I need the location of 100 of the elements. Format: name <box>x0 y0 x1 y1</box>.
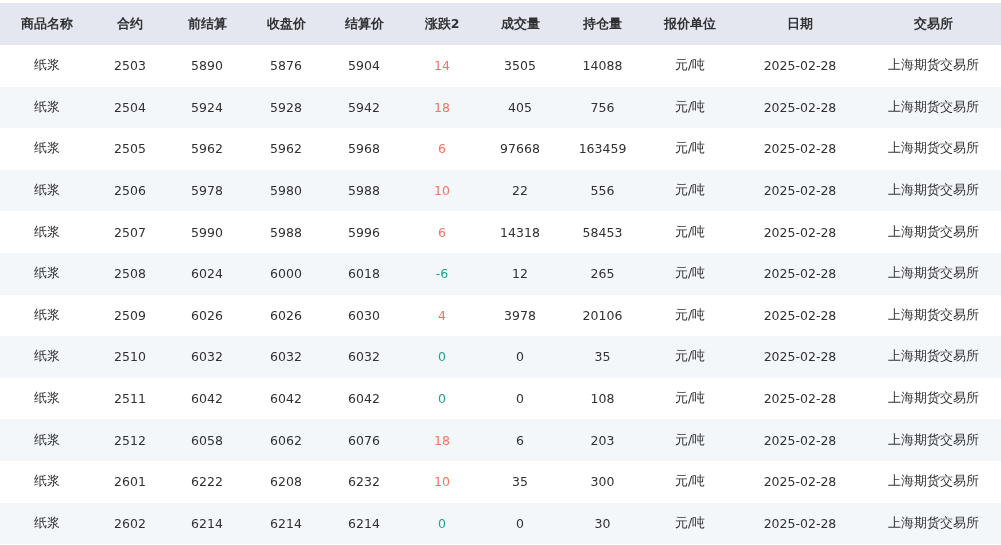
table-cell: 纸浆 <box>34 182 60 200</box>
table-cell: 265 <box>590 266 615 282</box>
table-cell: 元/吨 <box>674 98 706 116</box>
table-cell: 18 <box>434 99 450 115</box>
table-cell: 6058 <box>191 432 223 448</box>
table-cell: 2503 <box>114 58 146 74</box>
table-cell: 5928 <box>270 99 302 115</box>
table-cell: 上海期货交易所 <box>887 431 979 449</box>
column-header: 商品名称 <box>21 15 73 33</box>
table-cell: 元/吨 <box>674 514 706 532</box>
table-cell: 纸浆 <box>34 390 60 408</box>
table-cell: 上海期货交易所 <box>887 98 979 116</box>
table-cell: 6208 <box>270 474 302 490</box>
table-cell: 6214 <box>191 515 223 531</box>
table-cell: 756 <box>590 99 615 115</box>
table-cell: 35 <box>512 474 528 490</box>
table-cell: 上海期货交易所 <box>887 390 979 408</box>
table-cell: 2511 <box>114 391 146 407</box>
table-cell: 2025-02-28 <box>763 58 837 74</box>
table-cell: 5904 <box>348 58 380 74</box>
column-header: 持仓量 <box>583 15 622 33</box>
table-cell: 14318 <box>500 224 540 240</box>
table-cell: 纸浆 <box>34 98 60 116</box>
table-cell: 2025-02-28 <box>763 349 837 365</box>
table-cell: 6032 <box>191 349 223 365</box>
table-cell: 556 <box>590 183 615 199</box>
table-cell: 2025-02-28 <box>763 432 837 448</box>
table-cell: 元/吨 <box>674 57 706 75</box>
column-header: 前结算 <box>187 15 227 33</box>
column-header: 收盘价 <box>266 15 306 33</box>
table-cell: 6062 <box>270 432 302 448</box>
table-cell: 纸浆 <box>34 140 60 158</box>
table-cell: 0 <box>516 391 524 407</box>
table-cell: 纸浆 <box>34 431 60 449</box>
table-cell: 2512 <box>114 432 146 448</box>
table-cell: 纸浆 <box>34 265 60 283</box>
table-cell: 6076 <box>348 432 380 448</box>
table-cell: 6232 <box>348 474 380 490</box>
table-cell: 2601 <box>114 474 146 490</box>
table-cell: 4 <box>438 307 446 323</box>
table-cell: 14088 <box>582 58 623 74</box>
table-cell: 2504 <box>114 99 146 115</box>
table-cell: 元/吨 <box>674 473 706 491</box>
table-cell: 6042 <box>191 391 223 407</box>
table-cell: 35 <box>594 349 611 365</box>
table-cell: 元/吨 <box>674 140 706 158</box>
table-cell: 0 <box>438 349 446 365</box>
table-cell: 2025-02-28 <box>763 99 837 115</box>
table-cell: 5990 <box>191 224 223 240</box>
table-cell: 2510 <box>114 349 146 365</box>
column-header: 成交量 <box>500 15 540 33</box>
table-cell: 上海期货交易所 <box>887 140 979 158</box>
table-cell: 5962 <box>191 141 223 157</box>
table-cell: 上海期货交易所 <box>887 473 979 491</box>
column-header: 合约 <box>117 15 143 33</box>
table-cell: 97668 <box>500 141 540 157</box>
table-cell: 6026 <box>191 307 223 323</box>
table-cell: 6032 <box>270 349 302 365</box>
table-cell: 上海期货交易所 <box>887 514 979 532</box>
table-cell: 2025-02-28 <box>763 183 837 199</box>
table-cell: 30 <box>594 515 611 531</box>
table-cell: -6 <box>435 266 449 282</box>
table-cell: 3505 <box>504 58 536 74</box>
table-cell: 6042 <box>348 391 380 407</box>
table-cell: 6000 <box>270 266 302 282</box>
table-cell: 6026 <box>270 307 302 323</box>
table-cell: 6030 <box>348 307 380 323</box>
table-cell: 2025-02-28 <box>763 141 837 157</box>
table-cell: 2025-02-28 <box>763 224 837 240</box>
table-cell: 6024 <box>191 266 223 282</box>
table-cell: 2025-02-28 <box>763 391 837 407</box>
table-cell: 纸浆 <box>34 514 60 532</box>
table-cell: 2506 <box>114 183 146 199</box>
table-cell: 元/吨 <box>674 431 706 449</box>
column-header: 日期 <box>787 15 813 33</box>
table-cell: 纸浆 <box>34 306 60 324</box>
table-cell: 元/吨 <box>674 306 706 324</box>
table-cell: 6214 <box>270 515 302 531</box>
table-cell: 0 <box>516 515 524 531</box>
table-cell: 18 <box>434 432 450 448</box>
table-cell: 纸浆 <box>34 473 60 491</box>
table-cell: 405 <box>508 99 532 115</box>
table-cell: 2505 <box>114 141 146 157</box>
table-cell: 上海期货交易所 <box>887 57 979 75</box>
table-cell: 上海期货交易所 <box>887 182 979 200</box>
table-cell: 上海期货交易所 <box>887 306 979 324</box>
table-cell: 2025-02-28 <box>763 515 837 531</box>
table-cell: 203 <box>590 432 615 448</box>
table-cell: 108 <box>590 391 615 407</box>
table-cell: 纸浆 <box>34 223 60 241</box>
table-cell: 0 <box>438 515 446 531</box>
table-cell: 6 <box>438 224 446 240</box>
table-cell: 5996 <box>348 224 380 240</box>
table-cell: 58453 <box>582 224 623 240</box>
table-cell: 2025-02-28 <box>763 266 837 282</box>
table-cell: 2507 <box>114 224 146 240</box>
table-cell: 6 <box>516 432 524 448</box>
table-cell: 上海期货交易所 <box>887 265 979 283</box>
column-header: 交易所 <box>913 15 953 33</box>
table-cell: 元/吨 <box>674 390 706 408</box>
